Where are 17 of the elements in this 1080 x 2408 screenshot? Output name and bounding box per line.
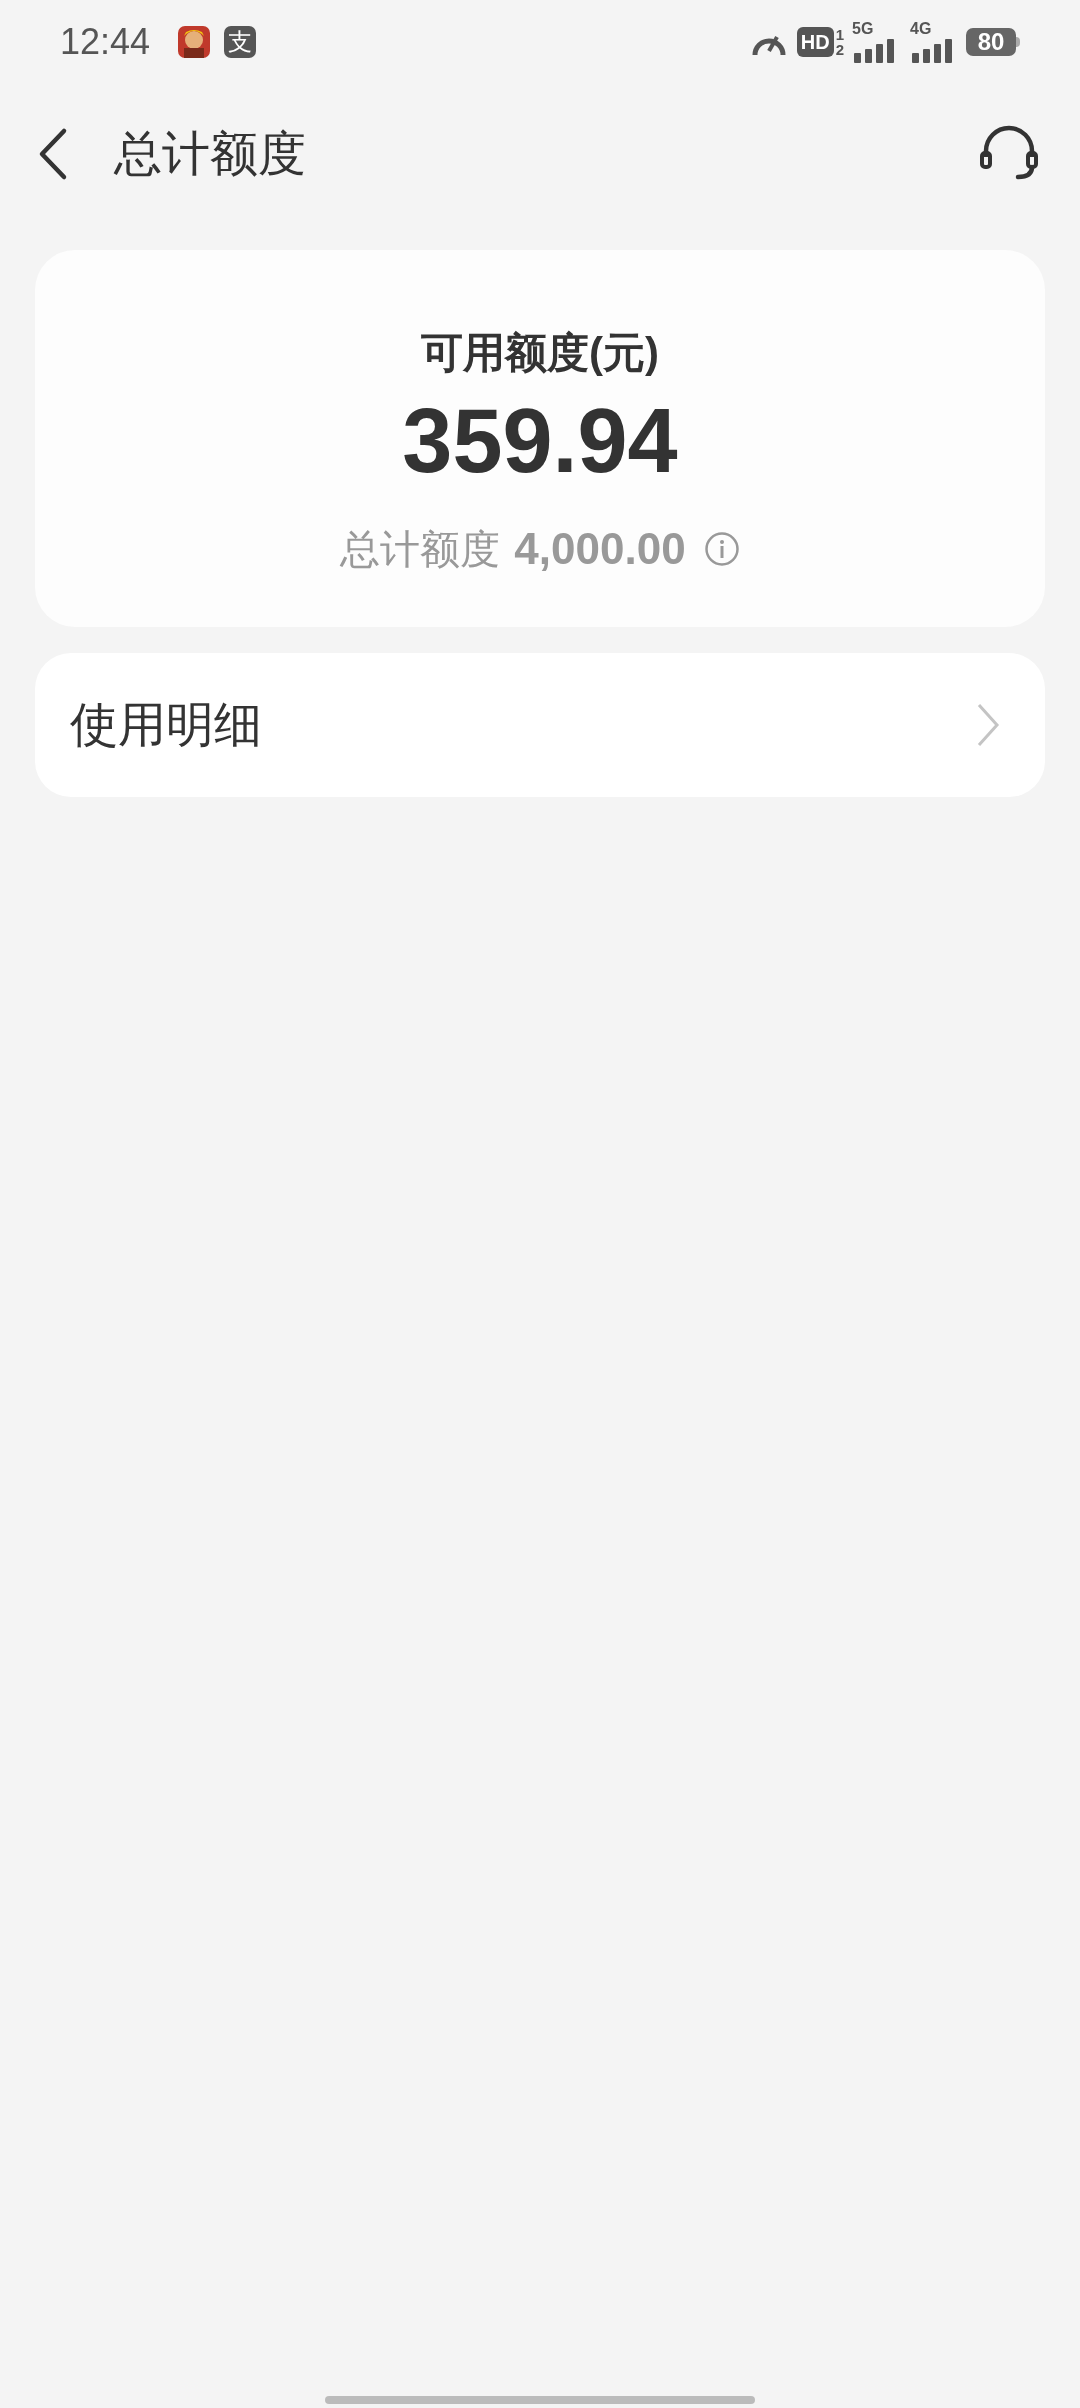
chevron-icon	[976, 702, 1000, 748]
network-label: 4G	[910, 21, 933, 37]
hd-badge: HD	[796, 27, 834, 57]
menu-item[interactable]: 使用明细	[35, 653, 1045, 797]
battery-icon: 80	[966, 28, 1016, 56]
page-title: 总计额度	[114, 126, 306, 182]
total-label: 总计额度	[340, 526, 501, 573]
available-amount: 359.94	[402, 396, 678, 486]
total-amount: 4,000.00	[514, 523, 686, 575]
menu-label: 使用明细	[70, 697, 262, 753]
sim-label: 2	[835, 42, 844, 57]
network-label: 5G	[852, 21, 875, 37]
status-time: 12:44	[60, 20, 151, 64]
app-badge: 支	[224, 26, 257, 58]
available-label: 可用额度(元)	[421, 332, 659, 374]
sim-label: 1	[835, 27, 844, 42]
info-icon[interactable]	[703, 531, 740, 567]
